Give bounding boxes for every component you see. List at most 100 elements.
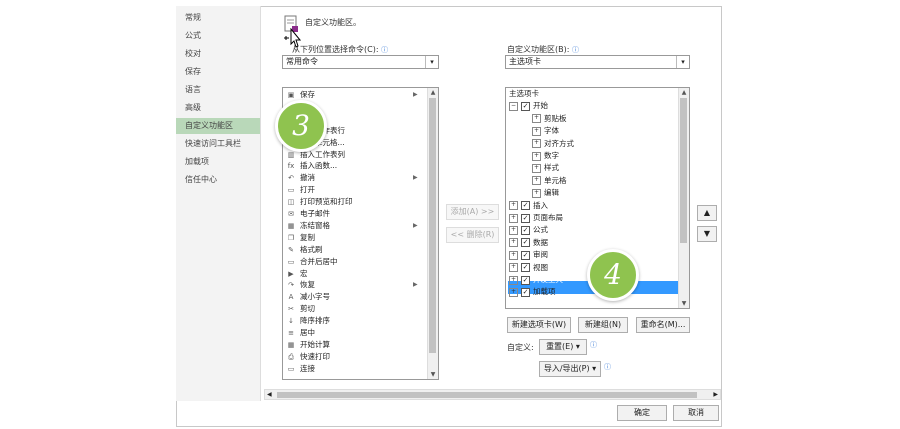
scroll-right-icon[interactable]: ▶ (713, 390, 718, 399)
new-group-button[interactable]: 新建组(N) (578, 317, 628, 333)
command-item[interactable]: ✎ 格式刷 (286, 245, 322, 254)
collapse-icon[interactable]: − (509, 101, 518, 111)
expand-icon[interactable]: + (532, 188, 541, 198)
checkbox[interactable]: ✓ (521, 201, 530, 211)
open-icon: ▭ (287, 186, 295, 195)
expand-icon[interactable]: + (509, 275, 518, 285)
scroll-thumb[interactable] (429, 98, 436, 353)
sidebar-item[interactable]: 校对 (176, 46, 260, 62)
sidebar-item[interactable]: 快速访问工具栏 (176, 136, 260, 152)
command-item[interactable]: ▦ 冻结窗格 (286, 221, 330, 230)
checkbox[interactable]: ✓ (521, 213, 530, 223)
tree-label: 主选项卡 (509, 89, 539, 98)
tree-item[interactable]: + 剪贴板 (532, 113, 567, 125)
checkbox[interactable]: ✓ (521, 238, 530, 248)
import-export-button[interactable]: 导入/导出(P) ▾ (539, 361, 601, 377)
expand-icon[interactable]: + (532, 126, 541, 136)
expand-icon[interactable]: + (532, 176, 541, 186)
new-tab-button[interactable]: 新建选项卡(W) (507, 317, 571, 333)
command-item[interactable]: ↷ 恢复 (286, 280, 315, 289)
expand-icon[interactable]: + (509, 201, 518, 211)
command-item[interactable]: ◫ 打印预览和打印 (286, 197, 353, 206)
checkbox[interactable]: ✓ (521, 263, 530, 273)
tree-item[interactable]: + 字体 (532, 125, 559, 137)
command-item[interactable]: ▣ 保存 (286, 90, 315, 99)
scroll-up-icon[interactable]: ▲ (679, 88, 689, 97)
move-down-button[interactable]: ▼ (697, 226, 717, 242)
choose-commands-dropdown[interactable]: 常用命令 ▾ (282, 55, 439, 69)
commands-scrollbar[interactable]: ▲ ▼ (427, 88, 438, 379)
tree-item[interactable]: + ✓ 视图 (509, 262, 548, 274)
command-item[interactable]: A 减小字号 (286, 292, 330, 301)
move-up-button[interactable]: ▲ (697, 205, 717, 221)
horizontal-scrollbar[interactable]: ◀ ▶ (264, 389, 721, 400)
remove-button[interactable]: << 删除(R) (446, 227, 499, 243)
tree-item[interactable]: + ✓ 开发工具 (509, 274, 563, 286)
tree-item[interactable]: + ✓ 公式 (509, 224, 548, 236)
sidebar-item[interactable]: 保存 (176, 64, 260, 80)
checkbox[interactable]: ✓ (521, 275, 530, 285)
reset-button[interactable]: 重置(E) ▾ (539, 339, 587, 355)
cancel-button[interactable]: 取消 (673, 405, 719, 421)
ok-button[interactable]: 确定 (617, 405, 667, 421)
command-item[interactable]: fx 插入函数... (286, 161, 337, 170)
command-label: 宏 (300, 268, 308, 278)
checkbox[interactable]: ✓ (521, 250, 530, 260)
command-label: 打印预览和打印 (300, 197, 353, 207)
sidebar-item[interactable]: 语言 (176, 82, 260, 98)
sidebar-item[interactable]: 信任中心 (176, 172, 260, 188)
tree-item[interactable]: + ✓ 页面布局 (509, 212, 563, 224)
expand-icon[interactable]: + (509, 213, 518, 223)
tree-item[interactable]: + ✓ 插入 (509, 200, 548, 212)
tree-item[interactable]: 主选项卡 (509, 88, 539, 100)
command-item[interactable]: ▶ 宏 (286, 268, 308, 278)
sidebar-item[interactable]: 高级 (176, 100, 260, 116)
command-item[interactable]: ▭ 连接 (286, 364, 315, 373)
tree-item[interactable]: + 对齐方式 (532, 138, 574, 150)
tree-item[interactable]: + 编辑 (532, 187, 559, 199)
command-item[interactable]: ❐ 复制 (286, 233, 315, 242)
scroll-thumb[interactable] (680, 98, 687, 243)
command-item[interactable]: ✂ 剪切 (286, 304, 315, 313)
expand-icon[interactable]: + (532, 151, 541, 161)
checkbox[interactable]: ✓ (521, 225, 530, 235)
expand-icon[interactable]: + (509, 287, 518, 297)
scroll-down-icon[interactable]: ▼ (679, 299, 689, 308)
tree-item[interactable]: + 数字 (532, 150, 559, 162)
command-item[interactable]: ▭ 打开 (286, 185, 315, 194)
sidebar-item[interactable]: 自定义功能区 (176, 118, 260, 134)
add-button[interactable]: 添加(A) >> (446, 204, 499, 220)
expand-icon[interactable]: + (509, 263, 518, 273)
expand-icon[interactable]: + (509, 250, 518, 260)
tree-item[interactable]: + ✓ 加载项 (509, 286, 556, 298)
command-item[interactable]: ▦ 开始计算 (286, 340, 330, 349)
tree-item[interactable]: + 样式 (532, 162, 559, 174)
scroll-up-icon[interactable]: ▲ (428, 88, 438, 97)
expand-icon[interactable]: + (532, 163, 541, 173)
command-item[interactable]: ▭ 合并后居中 (286, 257, 338, 266)
customize-ribbon-dropdown[interactable]: 主选项卡 ▾ (505, 55, 690, 69)
command-item[interactable]: ⎙ 快速打印 (286, 352, 330, 361)
checkbox[interactable]: ✓ (521, 101, 530, 111)
command-item[interactable]: ↶ 撤消 (286, 173, 315, 182)
checkbox[interactable]: ✓ (521, 287, 530, 297)
tree-item[interactable]: − ✓ 开始 (509, 100, 548, 112)
command-item[interactable]: ≡ 居中 (286, 328, 315, 337)
tree-item[interactable]: + ✓ 审阅 (509, 249, 548, 261)
expand-icon[interactable]: + (532, 139, 541, 149)
tree-item[interactable]: + ✓ 数据 (509, 237, 548, 249)
rename-button[interactable]: 重命名(M)... (636, 317, 690, 333)
sidebar-item[interactable]: 加载项 (176, 154, 260, 170)
expand-icon[interactable]: + (532, 114, 541, 124)
scroll-down-icon[interactable]: ▼ (428, 370, 438, 379)
scroll-thumb[interactable] (277, 392, 697, 398)
command-item[interactable]: ↓ 降序排序 (286, 316, 330, 325)
tree-item[interactable]: + 单元格 (532, 175, 567, 187)
scroll-left-icon[interactable]: ◀ (267, 390, 272, 399)
sidebar-item[interactable]: 公式 (176, 28, 260, 44)
expand-icon[interactable]: + (509, 238, 518, 248)
expand-icon[interactable]: + (509, 225, 518, 235)
sidebar-item[interactable]: 常规 (176, 10, 260, 26)
command-item[interactable]: ✉ 电子邮件 (286, 209, 330, 218)
tree-scrollbar[interactable]: ▲ ▼ (678, 88, 689, 308)
